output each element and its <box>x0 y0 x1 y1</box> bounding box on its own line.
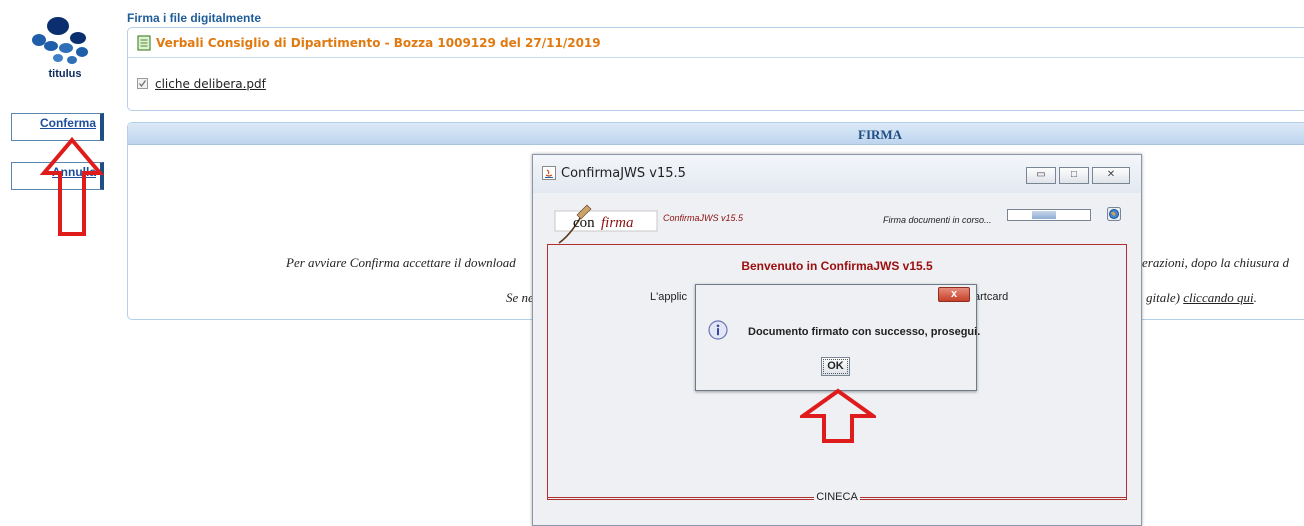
window-titlebar[interactable]: ConfirmaJWS v15.5 ▭ □ ✕ <box>533 155 1141 193</box>
cineca-text: CINECA <box>814 491 860 503</box>
dialog-close-button[interactable]: x <box>938 287 970 302</box>
globe-icon[interactable] <box>1107 207 1121 221</box>
firma-header: FIRMA <box>128 123 1304 145</box>
annotation-arrow-up <box>40 137 104 236</box>
panel-text-left: L'applic <box>650 291 687 303</box>
cineca-label: CINECA <box>548 491 1126 503</box>
confirma-logo: con firma <box>554 204 658 244</box>
progress-bar <box>1007 209 1091 221</box>
firma-instruction-right: erazioni, dopo la chiusura d <box>1142 255 1289 270</box>
logo-label: titulus <box>48 68 82 80</box>
maximize-button[interactable]: □ <box>1059 167 1089 184</box>
document-title: Verbali Consiglio di Dipartimento - Bozz… <box>156 36 601 50</box>
firma-instruction-left: Per avviare Confirma accettare il downlo… <box>286 255 516 270</box>
logo-text-con: con <box>573 215 595 231</box>
ok-button[interactable]: OK <box>821 357 850 376</box>
firma-fallback-text: gitale) <box>1146 290 1180 305</box>
app-version: ConfirmaJWS v15.5 <box>663 213 744 223</box>
page-heading: Firma i file digitalmente <box>127 11 262 25</box>
panel-text-right: artcard <box>974 291 1009 303</box>
firma-fallback-end: . <box>1253 290 1257 305</box>
java-app-icon <box>542 166 556 180</box>
document-box: Verbali Consiglio di Dipartimento - Bozz… <box>127 27 1304 111</box>
progress-fill <box>1032 211 1056 219</box>
cliccando-qui-link[interactable]: cliccando qui <box>1183 290 1253 305</box>
document-icon <box>137 35 151 51</box>
firma-title: FIRMA <box>858 127 903 142</box>
message-dialog: x Documento firmato con successo, proseg… <box>695 284 981 391</box>
firma-fallback-left: Se ne <box>506 290 534 305</box>
welcome-title: Benvenuto in ConfirmaJWS v15.5 <box>741 259 933 273</box>
dialog-message: Documento firmato con successo, prosegui… <box>748 326 981 338</box>
checkbox-checked-icon[interactable] <box>137 78 148 89</box>
logo-text-firma: firma <box>601 215 634 231</box>
window-title: ConfirmaJWS v15.5 <box>561 166 686 181</box>
close-window-button[interactable]: ✕ <box>1092 167 1130 184</box>
minimize-button[interactable]: ▭ <box>1026 167 1056 184</box>
info-icon <box>708 320 728 340</box>
firma-fallback-right: gitale) cliccando qui. <box>1146 290 1257 306</box>
status-text: Firma documenti in corso... <box>883 215 992 225</box>
file-link[interactable]: cliche delibera.pdf <box>155 77 266 91</box>
annotation-arrow-ok <box>800 388 876 443</box>
document-title-bar: Verbali Consiglio di Dipartimento - Bozz… <box>128 28 1304 58</box>
